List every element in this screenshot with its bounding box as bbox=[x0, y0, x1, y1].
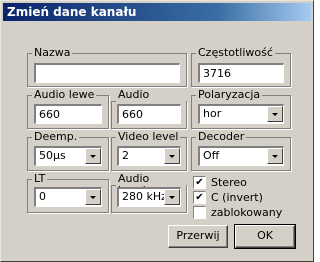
nazwa-input[interactable] bbox=[34, 63, 180, 83]
c-invert-label: C (invert) bbox=[211, 191, 263, 204]
checkbox-box[interactable] bbox=[193, 206, 206, 219]
deemp-label: Deemp. bbox=[34, 130, 78, 143]
video-level-value: 2 bbox=[122, 149, 129, 162]
chevron-down-icon[interactable] bbox=[85, 148, 101, 164]
ok-button[interactable]: OK bbox=[234, 224, 296, 249]
audio-lewe-label: Audio lewe bbox=[34, 88, 95, 101]
chevron-down-icon[interactable] bbox=[164, 148, 180, 164]
stereo-label: Stereo bbox=[211, 176, 247, 189]
lt-value: 0 bbox=[39, 190, 46, 203]
audio-bandw-value: 280 kHz bbox=[122, 190, 167, 203]
lt-label: LT bbox=[34, 172, 46, 185]
chevron-down-icon[interactable] bbox=[85, 189, 101, 205]
audio-lewe-input[interactable] bbox=[34, 104, 102, 124]
polaryzacja-value: hor bbox=[203, 107, 222, 120]
czestotliwosc-label: Częstotliwość bbox=[198, 46, 273, 59]
czestotliwosc-input[interactable] bbox=[198, 63, 284, 83]
lt-select[interactable]: 0 bbox=[34, 187, 102, 207]
dialog-window: Zmień dane kanału Nazwa Częstotliwość Au… bbox=[0, 0, 314, 262]
window-title: Zmień dane kanału bbox=[7, 5, 137, 19]
cancel-button[interactable]: Przerwij bbox=[168, 225, 228, 248]
check-icon[interactable]: ✔ bbox=[193, 191, 206, 204]
deemp-value: 50µs bbox=[39, 149, 66, 162]
chevron-down-icon[interactable] bbox=[267, 106, 283, 122]
video-level-label: Video level bbox=[118, 130, 179, 143]
decoder-select[interactable]: Off bbox=[198, 146, 284, 166]
chevron-down-icon[interactable] bbox=[164, 189, 180, 205]
check-icon[interactable]: ✔ bbox=[193, 176, 206, 189]
audio-prawe-input[interactable] bbox=[117, 104, 181, 124]
chevron-down-icon[interactable] bbox=[267, 148, 283, 164]
deemp-select[interactable]: 50µs bbox=[34, 146, 102, 166]
audio-bandw-select[interactable]: 280 kHz bbox=[117, 187, 181, 207]
title-bar: Zmień dane kanału bbox=[3, 3, 311, 21]
decoder-value: Off bbox=[203, 149, 220, 162]
decoder-label: Decoder bbox=[198, 130, 245, 143]
polaryzacja-label: Polaryzacja bbox=[198, 88, 261, 101]
video-level-select[interactable]: 2 bbox=[117, 146, 181, 166]
polaryzacja-select[interactable]: hor bbox=[198, 104, 284, 124]
nazwa-label: Nazwa bbox=[34, 46, 71, 59]
zablokowany-label: zablokowany bbox=[211, 206, 283, 219]
